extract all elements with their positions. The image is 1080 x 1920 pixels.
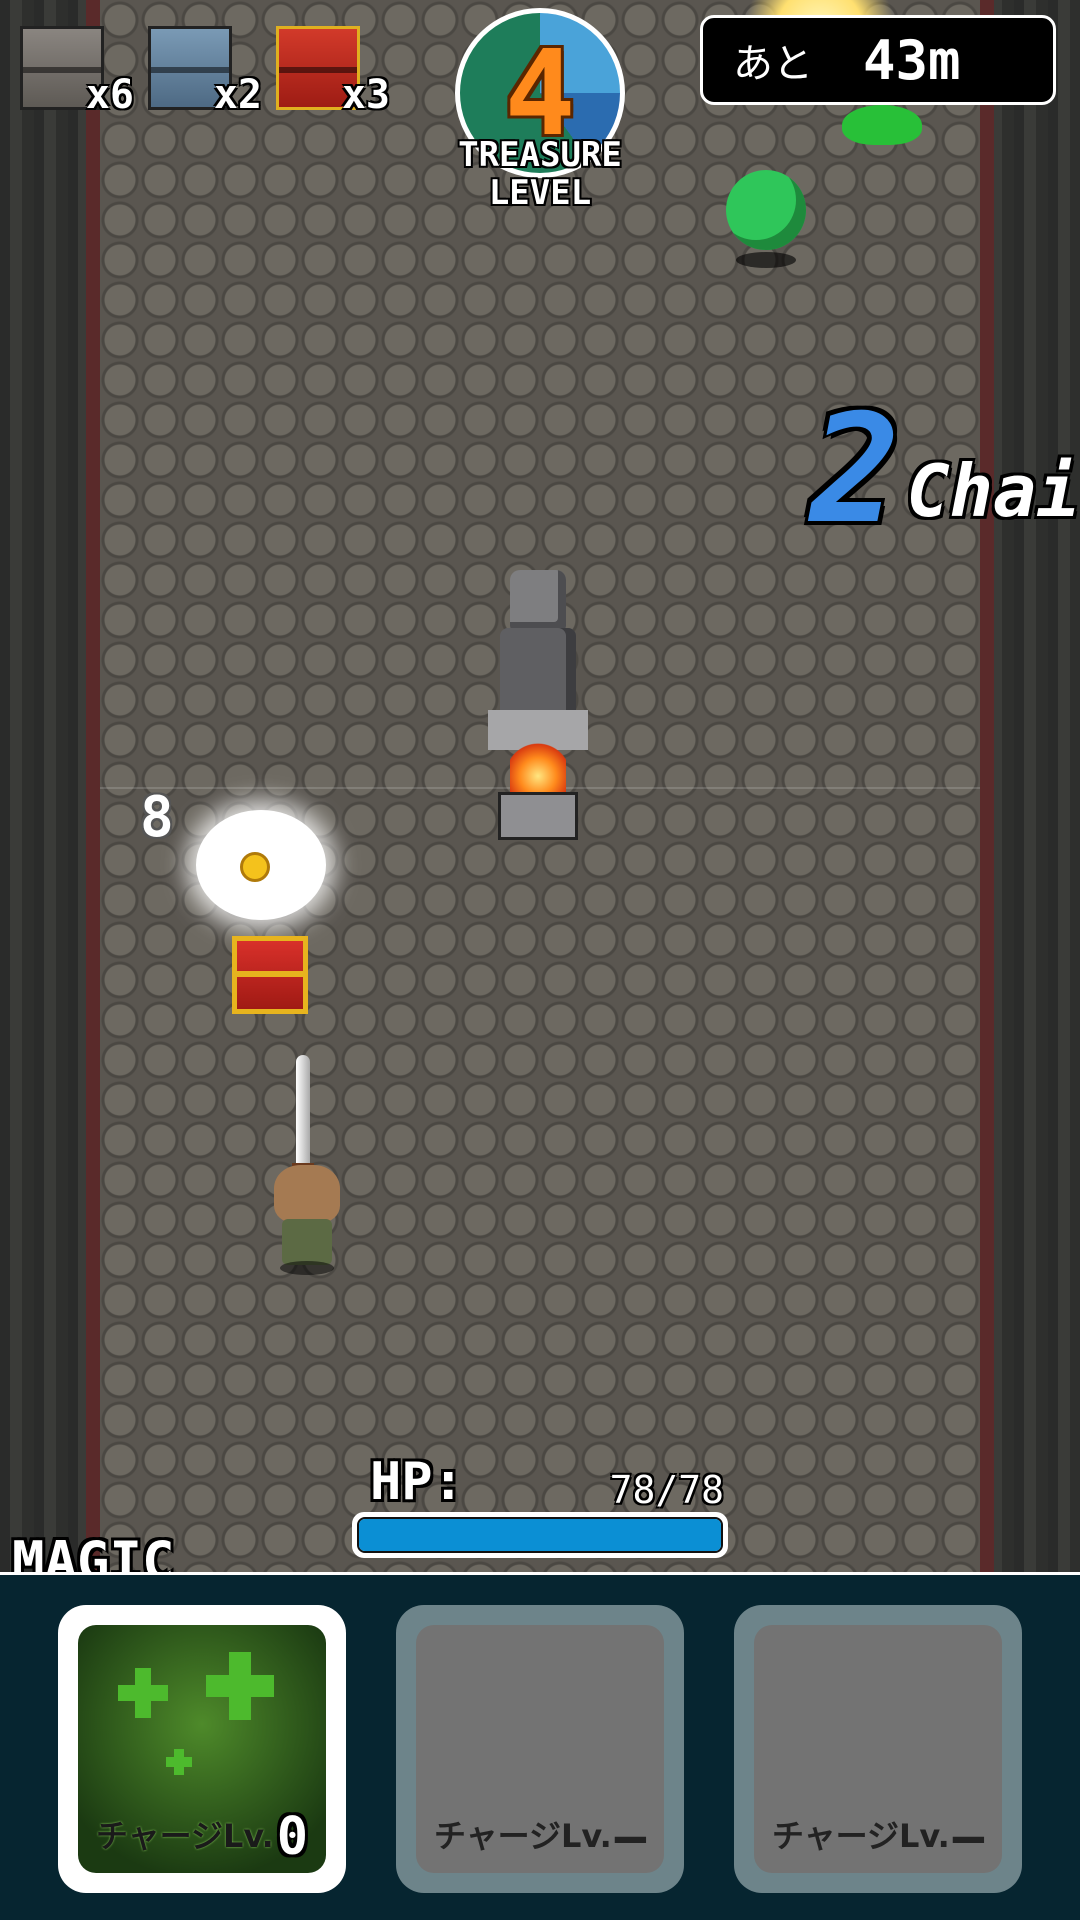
gray-chest-count: x6 [85, 72, 134, 118]
chain-count: 2 [810, 383, 901, 557]
hp-track [357, 1517, 723, 1553]
blue-chest-count: x2 [213, 72, 262, 118]
fire-icon [510, 740, 566, 800]
slot-charge-label: チャージLv. [434, 1817, 612, 1855]
coin-burst-effect: 8 [140, 790, 340, 930]
game-screen[interactable]: x6 x2 x3 4 TREASURE LEVEL あと 43m 2 Chai [0, 0, 1080, 1920]
brazier [498, 792, 578, 840]
slot-charge-label: チャージLv. [96, 1817, 274, 1855]
inventory-gray-chest: x6 [20, 26, 134, 118]
hp-bar [352, 1512, 728, 1558]
treasure-level-badge: 4 TREASURE LEVEL [450, 8, 630, 212]
statue-helmet [510, 570, 566, 630]
chest-inventory: x6 x2 x3 [20, 26, 390, 118]
heal-cross-icon [135, 1668, 151, 1718]
inventory-blue-chest: x2 [148, 26, 262, 118]
slot-charge-level: — [952, 1807, 984, 1867]
monster-shadow [736, 252, 796, 268]
hp-value: 78/78 [609, 1468, 724, 1512]
hero-character [270, 1165, 344, 1275]
slot-charge-level: — [614, 1807, 646, 1867]
magic-panel: チャージLv. 0 チャージLv. — チャージLv. — [0, 1572, 1080, 1920]
heal-magic-icon: チャージLv. 0 [78, 1625, 326, 1873]
empty-slot-area: チャージLv. — [754, 1625, 1002, 1873]
distance-value: 43m [863, 28, 961, 92]
inventory-red-chest: x3 [276, 26, 390, 118]
hero-shadow [280, 1261, 334, 1275]
treasure-label-line2: LEVEL [488, 173, 592, 213]
heal-cross-icon [229, 1652, 251, 1720]
treasure-chest[interactable] [232, 936, 308, 1014]
coin-icon [240, 852, 270, 882]
distance-prefix: あと [733, 41, 813, 87]
slot-charge-label: チャージLv. [772, 1817, 950, 1855]
green-monster [718, 160, 814, 270]
magic-slot-3[interactable]: チャージLv. — [734, 1605, 1022, 1893]
hero-body [282, 1219, 332, 1265]
dungeon-wall-right [980, 0, 1080, 1572]
sword-icon [292, 1055, 314, 1185]
magic-slot-1[interactable]: チャージLv. 0 [58, 1605, 346, 1893]
monster-body [726, 170, 806, 250]
slot-charge-level: 0 [276, 1807, 308, 1867]
knight-statue [488, 570, 588, 850]
burst-number: 8 [140, 785, 174, 850]
statue-body [500, 628, 576, 718]
empty-slot-area: チャージLv. — [416, 1625, 664, 1873]
distance-remaining: あと 43m [700, 15, 1056, 105]
hp-fill [359, 1519, 721, 1551]
treasure-level-label: TREASURE LEVEL [450, 136, 630, 212]
slime-enemy [842, 105, 922, 145]
treasure-label-line1: TREASURE [458, 135, 622, 175]
red-chest-count: x3 [341, 72, 390, 118]
chain-label: Chai [906, 449, 1080, 533]
hp-label: HP: [370, 1452, 464, 1512]
magic-slot-2[interactable]: チャージLv. — [396, 1605, 684, 1893]
dungeon-wall-left [0, 0, 100, 1572]
chain-counter: 2 Chai [810, 395, 1080, 545]
hero-head [274, 1165, 340, 1223]
heal-cross-icon [174, 1749, 184, 1775]
